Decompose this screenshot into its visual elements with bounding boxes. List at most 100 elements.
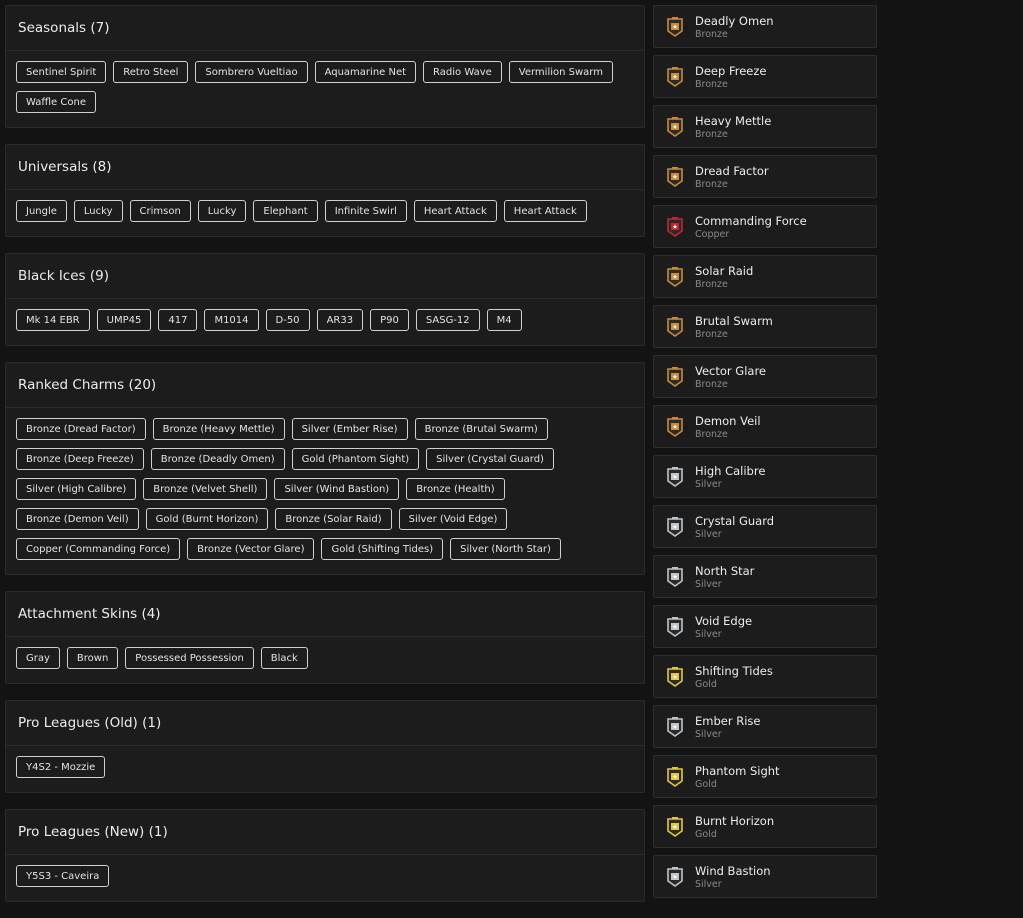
section-title: Pro Leagues (Old) (1) <box>6 701 644 746</box>
collection-section: Ranked Charms (20) Bronze (Dread Factor) B… <box>5 362 645 575</box>
rank-card[interactable]: Commanding Force Copper <box>653 205 877 248</box>
rank-tier: Bronze <box>695 129 728 140</box>
item-chip[interactable]: Bronze (Deadly Omen) <box>150 448 285 470</box>
rank-card[interactable]: Phantom Sight Gold <box>653 755 877 798</box>
rank-name: Heavy Mettle <box>695 114 772 128</box>
item-chip[interactable]: Possessed Possession <box>125 647 254 669</box>
item-chip[interactable]: Bronze (Brutal Swarm) <box>414 418 548 440</box>
rank-card[interactable]: Deep Freeze Bronze <box>653 55 877 98</box>
item-chip[interactable]: Mk 14 EBR <box>16 309 90 331</box>
item-chip[interactable]: AR33 <box>316 309 364 331</box>
item-chip[interactable]: Lucky <box>197 200 247 222</box>
rank-card[interactable]: Crystal Guard Silver <box>653 505 877 548</box>
rank-badge-icon <box>666 216 684 238</box>
item-chip[interactable]: Lucky <box>73 200 123 222</box>
chip-list: Bronze (Dread Factor) Bronze (Heavy Mettl… <box>6 408 644 574</box>
item-chip[interactable]: Silver (High Calibre) <box>16 478 137 500</box>
item-chip[interactable]: Bronze (Deep Freeze) <box>16 448 144 470</box>
rank-card[interactable]: Deadly Omen Bronze <box>653 5 877 48</box>
rank-card[interactable]: Shifting Tides Gold <box>653 655 877 698</box>
rank-tier: Silver <box>695 879 722 890</box>
item-chip[interactable]: Sombrero Vueltiao <box>195 61 308 83</box>
item-chip[interactable]: Copper (Commanding Force) <box>16 538 181 560</box>
rank-card[interactable]: High Calibre Silver <box>653 455 877 498</box>
rank-card[interactable]: Dread Factor Bronze <box>653 155 877 198</box>
rank-card[interactable]: Burnt Horizon Gold <box>653 805 877 848</box>
section-title: Ranked Charms (20) <box>6 363 644 408</box>
item-chip[interactable]: Heart Attack <box>413 200 497 222</box>
rank-name: Burnt Horizon <box>695 814 775 828</box>
item-chip[interactable]: Waffle Cone <box>16 91 96 113</box>
item-chip[interactable]: Silver (Ember Rise) <box>291 418 408 440</box>
rank-card[interactable]: Vector Glare Bronze <box>653 355 877 398</box>
rank-badge-icon <box>666 866 684 888</box>
rank-tier: Gold <box>695 779 717 790</box>
rank-badge-icon <box>666 766 684 788</box>
item-chip[interactable]: Aquamarine Net <box>314 61 417 83</box>
item-chip[interactable]: Gold (Shifting Tides) <box>321 538 444 560</box>
rank-badge-icon <box>666 516 684 538</box>
item-chip[interactable]: Elephant <box>253 200 318 222</box>
rank-card[interactable]: Demon Veil Bronze <box>653 405 877 448</box>
rank-badge-icon <box>666 316 684 338</box>
item-chip[interactable]: 417 <box>158 309 198 331</box>
item-chip[interactable]: UMP45 <box>96 309 152 331</box>
item-chip[interactable]: Y4S2 - Mozzie <box>16 756 106 778</box>
item-chip[interactable]: Infinite Swirl <box>324 200 407 222</box>
item-chip[interactable]: Black <box>260 647 308 669</box>
item-chip[interactable]: Y5S3 - Caveira <box>16 865 110 887</box>
item-chip[interactable]: M4 <box>486 309 522 331</box>
rank-name: Shifting Tides <box>695 664 773 678</box>
section-title: Black Ices (9) <box>6 254 644 299</box>
item-chip[interactable]: Crimson <box>129 200 191 222</box>
rank-tier: Bronze <box>695 329 728 340</box>
rank-name: High Calibre <box>695 464 766 478</box>
item-chip[interactable]: Bronze (Demon Veil) <box>16 508 139 530</box>
rank-card[interactable]: Void Edge Silver <box>653 605 877 648</box>
chip-list: Mk 14 EBR UMP45 417 M1014 D-50 AR33 P90 SASG-12… <box>6 299 644 345</box>
item-chip[interactable]: Silver (Crystal Guard) <box>426 448 554 470</box>
item-chip[interactable]: Gold (Burnt Horizon) <box>145 508 269 530</box>
rank-card[interactable]: Brutal Swarm Bronze <box>653 305 877 348</box>
rank-tier: Silver <box>695 529 722 540</box>
rank-name: Crystal Guard <box>695 514 775 528</box>
rank-badge-icon <box>666 716 684 738</box>
item-chip[interactable]: Bronze (Health) <box>406 478 505 500</box>
item-chip[interactable]: Jungle <box>16 200 67 222</box>
item-chip[interactable]: Brown <box>66 647 119 669</box>
item-chip[interactable]: Silver (North Star) <box>450 538 561 560</box>
item-chip[interactable]: Retro Steel <box>113 61 189 83</box>
item-chip[interactable]: Gray <box>16 647 60 669</box>
item-chip[interactable]: Sentinel Spirit <box>16 61 107 83</box>
item-chip[interactable]: M1014 <box>204 309 259 331</box>
rank-card[interactable]: Wind Bastion Silver <box>653 855 877 898</box>
item-chip[interactable]: Bronze (Velvet Shell) <box>143 478 268 500</box>
rank-name: Dread Factor <box>695 164 769 178</box>
rank-tier: Bronze <box>695 29 728 40</box>
rank-badge-icon <box>666 616 684 638</box>
chip-list: Y4S2 - Mozzie <box>6 746 644 792</box>
rank-badge-icon <box>666 816 684 838</box>
item-chip[interactable]: Bronze (Solar Raid) <box>275 508 392 530</box>
rank-badge-icon <box>666 416 684 438</box>
rank-card[interactable]: Solar Raid Bronze <box>653 255 877 298</box>
item-chip[interactable]: SASG-12 <box>415 309 480 331</box>
item-chip[interactable]: Bronze (Dread Factor) <box>16 418 146 440</box>
item-chip[interactable]: Bronze (Vector Glare) <box>187 538 315 560</box>
item-chip[interactable]: D-50 <box>265 309 310 331</box>
collections-panel: Seasonals (7) Sentinel Spirit Retro Steel S… <box>5 5 645 918</box>
rank-card[interactable]: North Star Silver <box>653 555 877 598</box>
chip-list: Gray Brown Possessed Possession Black <box>6 637 644 683</box>
rank-card[interactable]: Ember Rise Silver <box>653 705 877 748</box>
item-chip[interactable]: Heart Attack <box>503 200 587 222</box>
rank-badge-icon <box>666 16 684 38</box>
item-chip[interactable]: Gold (Phantom Sight) <box>291 448 420 470</box>
item-chip[interactable]: Radio Wave <box>423 61 502 83</box>
item-chip[interactable]: P90 <box>370 309 409 331</box>
rank-name: Deep Freeze <box>695 64 767 78</box>
rank-card[interactable]: Heavy Mettle Bronze <box>653 105 877 148</box>
item-chip[interactable]: Silver (Wind Bastion) <box>274 478 400 500</box>
item-chip[interactable]: Vermilion Swarm <box>508 61 613 83</box>
item-chip[interactable]: Silver (Void Edge) <box>398 508 508 530</box>
item-chip[interactable]: Bronze (Heavy Mettle) <box>152 418 285 440</box>
